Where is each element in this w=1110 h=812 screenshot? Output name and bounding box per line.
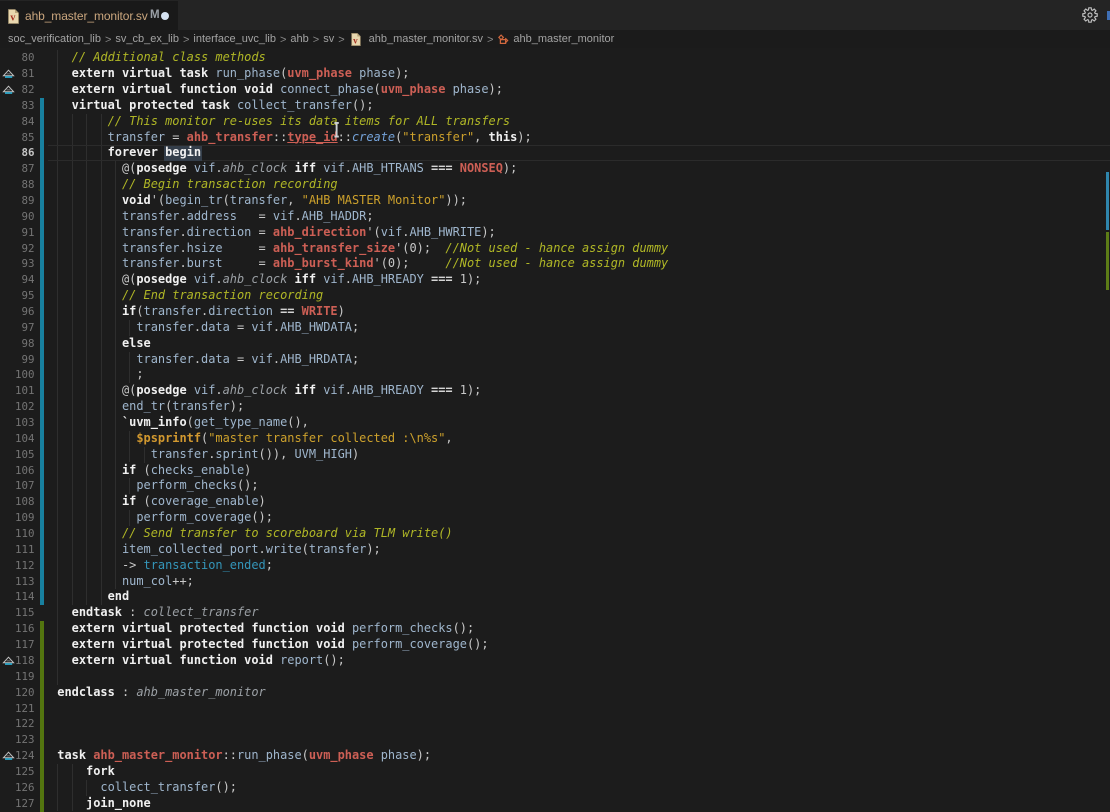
svg-text:v: v (353, 35, 358, 45)
svg-text:v: v (10, 12, 15, 23)
